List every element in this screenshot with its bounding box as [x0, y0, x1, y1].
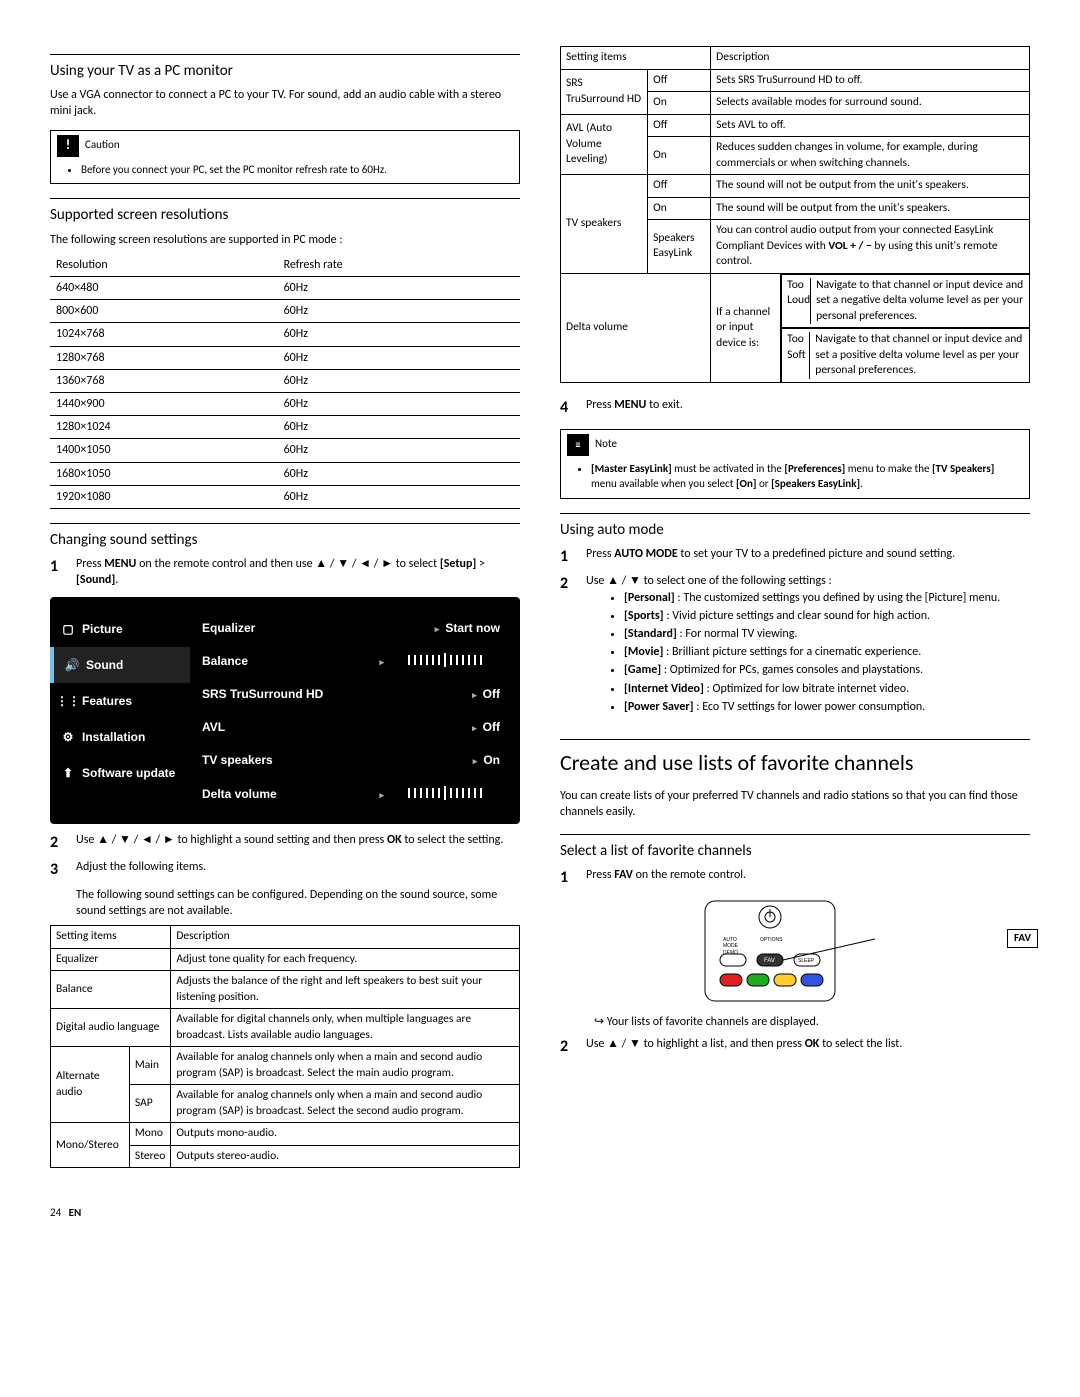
sound-settings-table-1: Setting items Description Equalizer Adju…: [50, 925, 520, 1168]
svg-text:MODE: MODE: [723, 943, 739, 949]
list-item: [Internet Video] : Optimized for low bit…: [624, 681, 1030, 697]
table-cell: 1280×1024: [50, 416, 278, 439]
caution-title: Caution: [85, 138, 120, 153]
list-item: [Standard] : For normal TV viewing.: [624, 626, 1030, 642]
osd-setting-row: Equalizer▸Start now: [200, 611, 502, 644]
table-cell: 60Hz: [278, 393, 520, 416]
caution-icon: !: [57, 135, 79, 157]
fav-step-1: Press FAV on the remote control.: [586, 867, 1030, 889]
text-pc-monitor: Use a VGA connector to connect a PC to y…: [50, 87, 520, 119]
slider-icon: [390, 655, 500, 665]
table-cell: 60Hz: [278, 300, 520, 323]
list-item: [Movie] : Brilliant picture settings for…: [624, 644, 1030, 660]
osd-menu: ▢Picture🔊Sound⋮⋮Features⚙Installation⬆So…: [50, 597, 520, 824]
list-item: [Personal] : The customized settings you…: [624, 590, 1030, 606]
auto-step-1: Press AUTO MODE to set your TV to a pred…: [586, 546, 1030, 568]
sound-step-1: Press MENU on the remote control and the…: [76, 556, 520, 588]
text-fav-intro: You can create lists of your preferred T…: [560, 788, 1030, 820]
table-cell: 60Hz: [278, 323, 520, 346]
osd-setting-row: SRS TruSurround HD▸Off: [200, 677, 502, 710]
list-item: [Game] : Optimized for PCs, games consol…: [624, 662, 1030, 678]
table-cell: 1680×1050: [50, 462, 278, 485]
svg-text:FAV: FAV: [764, 958, 775, 964]
heading-select-fav: Select a list of favorite channels: [560, 834, 1030, 861]
osd-icon: ⚙: [60, 729, 76, 745]
table-cell: 1280×768: [50, 346, 278, 369]
col-resolution: Resolution: [50, 254, 278, 277]
osd-nav-item: ⬆Software update: [50, 755, 190, 791]
osd-icon: ⬆: [60, 765, 76, 781]
table-cell: 60Hz: [278, 439, 520, 462]
remote-diagram: AUTO MODE DEMO OPTIONS FAV SLEEP FAV: [560, 899, 1030, 1004]
sound-step-3: Adjust the following items.: [76, 859, 520, 881]
osd-icon: 🔊: [64, 657, 80, 673]
osd-icon: ▢: [60, 621, 76, 637]
table-cell: 60Hz: [278, 277, 520, 300]
table-cell: 1920×1080: [50, 485, 278, 508]
caution-box: ! Caution Before you connect your PC, se…: [50, 130, 520, 185]
note-icon: ≡: [567, 434, 589, 456]
resolution-table: Resolution Refresh rate 640×48060Hz800×6…: [50, 254, 520, 509]
text-resolutions: The following screen resolutions are sup…: [50, 232, 520, 248]
osd-setting-row: AVL▸Off: [200, 710, 502, 743]
auto-step-2: Use ▲ / ▼ to select one of the following…: [586, 573, 1030, 717]
table-cell: 1400×1050: [50, 439, 278, 462]
note-body: [Master EasyLink] must be activated in t…: [591, 462, 1021, 492]
osd-nav-item: ▢Picture: [50, 611, 190, 647]
table-cell: 60Hz: [278, 416, 520, 439]
sound-step-2: Use ▲ / ▼ / ◄ / ► to highlight a sound s…: [76, 832, 520, 854]
svg-text:OPTIONS: OPTIONS: [760, 937, 783, 943]
step-4: Press MENU to exit.: [586, 397, 1030, 419]
heading-pc-monitor: Using your TV as a PC monitor: [50, 54, 520, 81]
osd-nav-item: 🔊Sound: [50, 647, 190, 683]
osd-icon: ⋮⋮: [60, 693, 76, 709]
table-cell: 800×600: [50, 300, 278, 323]
svg-text:SLEEP: SLEEP: [798, 958, 815, 964]
list-item: [Power Saver] : Eco TV settings for lowe…: [624, 699, 1030, 715]
heading-resolutions: Supported screen resolutions: [50, 198, 520, 225]
heading-favorite-channels: Create and use lists of favorite channel…: [560, 739, 1030, 778]
table-cell: 60Hz: [278, 346, 520, 369]
sound-settings-table-2: Setting items Description SRS TruSurroun…: [560, 46, 1030, 383]
osd-setting-row: Delta volume▸: [200, 777, 502, 810]
osd-setting-row: TV speakers▸On: [200, 743, 502, 776]
table-cell: 1360×768: [50, 369, 278, 392]
osd-nav-item: ⋮⋮Features: [50, 683, 190, 719]
table-cell: 60Hz: [278, 462, 520, 485]
slider-icon: [390, 788, 500, 798]
osd-nav-item: ⚙Installation: [50, 719, 190, 755]
table-cell: 60Hz: [278, 485, 520, 508]
heading-sound: Changing sound settings: [50, 523, 520, 550]
page-footer: 24 EN: [50, 1206, 1030, 1221]
table-cell: 640×480: [50, 277, 278, 300]
heading-auto-mode: Using auto mode: [560, 513, 1030, 540]
caution-body: Before you connect your PC, set the PC m…: [81, 163, 511, 178]
note-title: Note: [595, 437, 617, 452]
text-sound-cfg: The following sound settings can be conf…: [76, 887, 520, 919]
fav-result: Your lists of favorite channels are disp…: [594, 1014, 1030, 1030]
table-cell: 1024×768: [50, 323, 278, 346]
fav-step-2: Use ▲ / ▼ to highlight a list, and then …: [586, 1036, 1030, 1058]
table-cell: 1440×900: [50, 393, 278, 416]
note-box: ≡ Note [Master EasyLink] must be activat…: [560, 429, 1030, 499]
list-item: [Sports] : Vivid picture settings and cl…: [624, 608, 1030, 624]
col-refresh: Refresh rate: [278, 254, 520, 277]
svg-text:DEMO: DEMO: [723, 950, 738, 956]
fav-callout-label: FAV: [1007, 929, 1038, 948]
osd-setting-row: Balance▸: [200, 644, 502, 677]
table-cell: 60Hz: [278, 369, 520, 392]
